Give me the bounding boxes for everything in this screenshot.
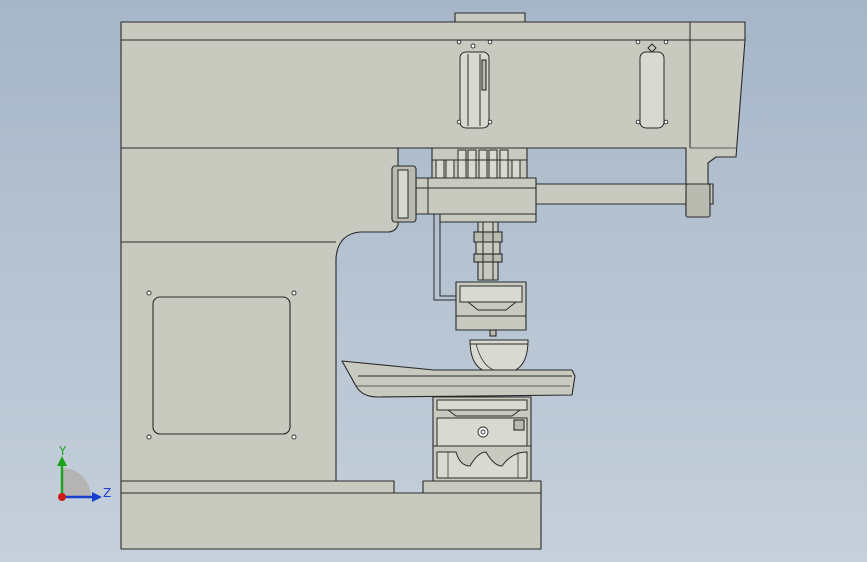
worktable xyxy=(341,360,576,398)
cad-viewport[interactable]: Y Z xyxy=(0,0,867,562)
x-axis-dot xyxy=(58,493,66,501)
access-panel xyxy=(152,296,291,435)
z-axis-label: Z xyxy=(103,486,111,500)
coordinate-triad: Y Z xyxy=(57,444,111,502)
tool-head xyxy=(455,281,529,373)
machine-drawing: Y Z xyxy=(57,12,746,550)
base-plate xyxy=(120,480,542,550)
lower-fixture xyxy=(432,396,532,482)
y-axis-label: Y xyxy=(58,444,67,458)
machine-frame xyxy=(120,147,399,482)
motor-window-right xyxy=(639,51,665,129)
cup-pad xyxy=(469,339,529,373)
triad-quadrant xyxy=(62,468,91,497)
z-axis-arrow xyxy=(92,492,102,502)
carriage-assembly xyxy=(391,147,714,301)
